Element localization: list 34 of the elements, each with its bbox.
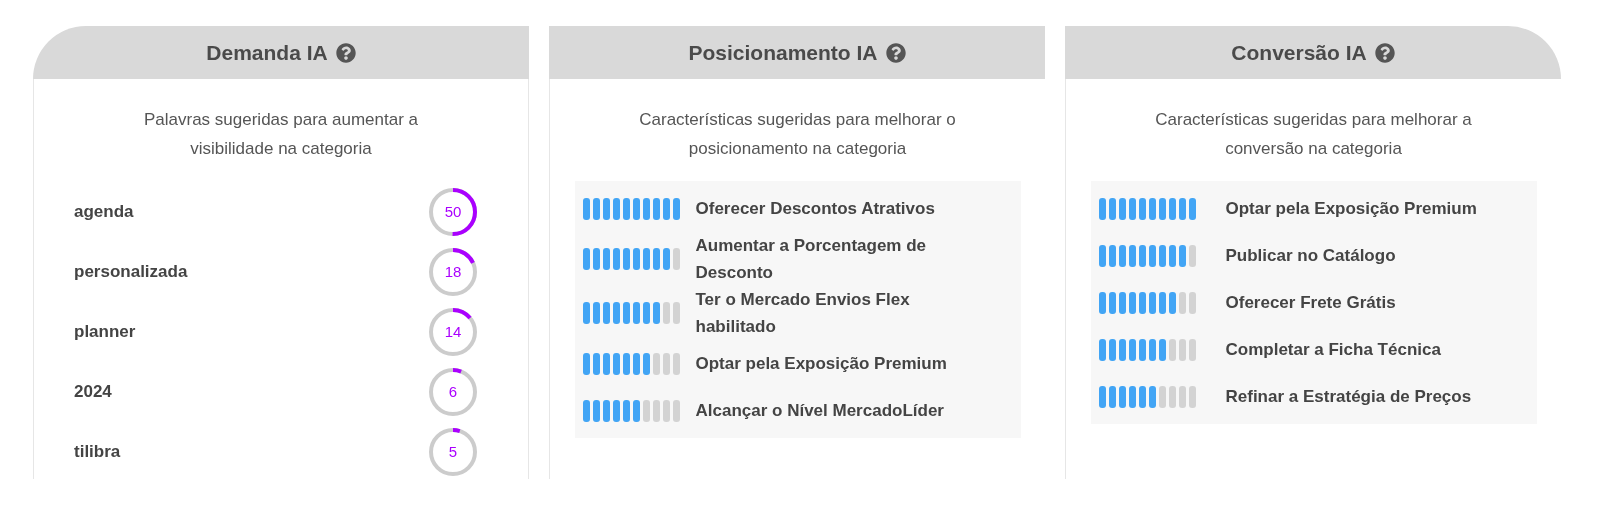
- help-icon[interactable]: [1374, 42, 1395, 63]
- panel-title: Posicionamento IA: [688, 39, 878, 66]
- keyword-label: agenda: [74, 201, 134, 224]
- suggestion-label: Aumentar a Porcentagem de Desconto: [695, 235, 927, 284]
- score-value: 5: [447, 441, 459, 462]
- panel-description: Características sugeridas para melhorar a conversão na categoria: [1154, 109, 1473, 160]
- panel-description: Palavras sugeridas para aumentar a visibilidade na categoria: [142, 109, 419, 160]
- score-value: 14: [443, 321, 463, 342]
- progress-ring-icon: [428, 247, 478, 297]
- panel-title: Conversão IA: [1231, 39, 1367, 66]
- suggestion-label: Oferecer Descontos Atrativos: [695, 198, 935, 220]
- keyword-label: planner: [74, 321, 136, 344]
- panel-description: Características sugeridas para melhorar o posicionamento na categoria: [638, 109, 957, 160]
- keyword-label: tilibra: [74, 441, 121, 464]
- suggestion-label: Optar pela Exposição Premium: [695, 353, 947, 375]
- help-icon[interactable]: [885, 42, 906, 63]
- suggestion-label: Alcançar o Nível MercadoLíder: [695, 400, 944, 422]
- progress-ring-icon: [428, 187, 478, 237]
- keyword-label: 2024: [74, 381, 112, 404]
- panel-title: Demanda IA: [206, 39, 328, 66]
- suggestion-label: Oferecer Frete Grátis: [1225, 292, 1396, 314]
- suggestion-label: Refinar a Estratégia de Preços: [1225, 386, 1472, 408]
- progress-ring-icon: [428, 427, 478, 477]
- suggestion-label: Optar pela Exposição Premium: [1225, 198, 1477, 220]
- score-value: 50: [443, 201, 463, 222]
- suggestion-label: Ter o Mercado Envios Flex habilitado: [695, 289, 911, 338]
- score-value: 6: [447, 381, 459, 402]
- progress-ring-icon: [428, 307, 478, 357]
- score-value: 18: [443, 261, 463, 282]
- progress-ring-icon: [428, 367, 478, 417]
- help-icon[interactable]: [335, 42, 356, 63]
- suggestion-label: Publicar no Catálogo: [1225, 245, 1396, 267]
- suggestion-label: Completar a Ficha Técnica: [1225, 339, 1441, 361]
- keyword-label: personalizada: [74, 261, 188, 284]
